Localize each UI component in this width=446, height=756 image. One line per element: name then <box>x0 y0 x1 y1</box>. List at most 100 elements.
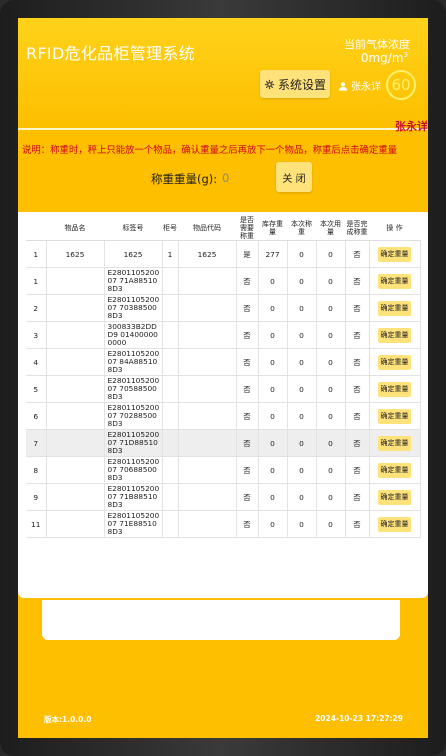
table-row[interactable]: 1 E280110520007 71A885108D3 否 0 0 0 否 确定… <box>26 267 421 295</box>
confirm-weight-button[interactable]: 确定重量 <box>378 435 411 451</box>
cell-tag: E280110520007 71E885108D3 <box>104 510 163 538</box>
confirm-weight-button[interactable]: 确定重量 <box>378 300 411 316</box>
cell-stock-weight: 0 <box>258 483 288 511</box>
table-row[interactable]: 5 E280110520007 705885008D3 否 0 0 0 否 确定… <box>26 375 421 403</box>
weighing-panel: 说明：称重时，秤上只能放一个物品，确认重量之后再放下一个物品，称重后点击确定重量… <box>18 132 428 598</box>
cell-action: 确定重量 <box>369 483 421 511</box>
cell-current-weight: 0 <box>287 348 317 376</box>
cell-item-code <box>178 267 237 295</box>
close-button[interactable]: 关 闭 <box>276 162 312 192</box>
cell-item-name: 1625 <box>46 240 105 268</box>
confirm-weight-button[interactable]: 确定重量 <box>378 516 411 532</box>
cell-stock-weight: 0 <box>258 456 288 484</box>
cell-need-weigh: 是 <box>236 240 259 268</box>
cell-tag: E280110520007 702885008D3 <box>104 402 163 430</box>
cell-item-name <box>46 402 105 430</box>
col-header-stock-weight: 库存重量 <box>258 216 287 241</box>
cell-item-code <box>178 483 237 511</box>
cell-weigh-done: 否 <box>345 456 370 484</box>
cell-cabinet <box>162 267 179 295</box>
table-row[interactable]: 11 E280110520007 71E885108D3 否 0 0 0 否 确… <box>26 510 421 538</box>
col-header-index <box>26 216 46 241</box>
cell-cabinet <box>162 375 179 403</box>
table-header-row: 物品名 标签号 柜号 物品代码 是否需要称重 库存重量 本次称重 本次用量 是否… <box>26 216 420 241</box>
confirm-weight-button[interactable]: 确定重量 <box>378 354 411 370</box>
cell-item-name <box>46 510 105 538</box>
cell-weigh-done: 否 <box>345 510 370 538</box>
items-table-wrapper: 物品名 标签号 柜号 物品代码 是否需要称重 库存重量 本次称重 本次用量 是否… <box>26 216 421 538</box>
cell-index: 1 <box>26 267 47 295</box>
table-row[interactable]: 9 E280110520007 71B885108D3 否 0 0 0 否 确定… <box>26 483 421 511</box>
weight-label: 称重重量(g): <box>151 172 218 186</box>
cell-action: 确定重量 <box>369 402 421 430</box>
header-bar: RFID危化品柜管理系统 当前气体浓度 0mg/m3 系统设置 张永详 60 <box>18 18 428 128</box>
cell-tag: 300833B2DDD9 014000000000 <box>104 321 163 349</box>
cell-usage: 0 <box>316 294 346 322</box>
confirm-weight-button[interactable]: 确定重量 <box>378 489 411 505</box>
cell-current-weight: 0 <box>287 267 317 295</box>
confirm-weight-button[interactable]: 确定重量 <box>378 381 411 397</box>
cell-usage: 0 <box>316 240 346 268</box>
header-divider <box>18 128 428 130</box>
weight-value: 0 <box>222 171 230 185</box>
cell-action: 确定重量 <box>369 375 421 403</box>
col-header-tag: 标签号 <box>104 216 162 241</box>
cell-item-code <box>178 348 237 376</box>
gas-value-text: 0mg/m <box>360 51 404 65</box>
cell-tag: E280110520007 84A885108D3 <box>104 348 163 376</box>
confirm-weight-button[interactable]: 确定重量 <box>378 327 411 343</box>
table-row-highlighted[interactable]: 7 E280110520007 71D885108D3 否 0 0 0 否 确定… <box>26 429 421 457</box>
cell-need-weigh: 否 <box>236 321 259 349</box>
cell-current-weight: 0 <box>287 510 317 538</box>
cell-usage: 0 <box>316 429 346 457</box>
cell-current-weight: 0 <box>287 294 317 322</box>
cell-cabinet <box>162 321 179 349</box>
cell-tag: E280110520007 71A885108D3 <box>104 267 163 295</box>
cell-action: 确定重量 <box>369 429 421 457</box>
cell-stock-weight: 0 <box>258 348 288 376</box>
system-settings-button[interactable]: 系统设置 <box>260 70 330 98</box>
cell-current-weight: 0 <box>287 456 317 484</box>
confirm-weight-button[interactable]: 确定重量 <box>378 246 411 262</box>
cell-item-code <box>178 294 237 322</box>
system-settings-label: 系统设置 <box>277 77 326 92</box>
cell-item-code <box>178 375 237 403</box>
cell-current-weight: 0 <box>287 483 317 511</box>
cell-tag: E280110520007 706885008D3 <box>104 456 163 484</box>
col-header-item-name: 物品名 <box>46 216 104 241</box>
gear-icon <box>264 79 275 89</box>
cell-need-weigh: 否 <box>236 456 259 484</box>
background-card <box>42 600 400 640</box>
cell-need-weigh: 否 <box>236 510 259 538</box>
table-row[interactable]: 4 E280110520007 84A885108D3 否 0 0 0 否 确定… <box>26 348 421 376</box>
table-row[interactable]: 1 1625 1625 1 1625 是 277 0 0 否 确定重量 <box>26 240 421 268</box>
confirm-weight-button[interactable]: 确定重量 <box>378 462 411 478</box>
table-row[interactable]: 3 300833B2DDD9 014000000000 否 0 0 0 否 确定… <box>26 321 421 349</box>
cell-usage: 0 <box>316 267 346 295</box>
cell-cabinet <box>162 483 179 511</box>
cell-action: 确定重量 <box>369 267 421 295</box>
cell-index: 11 <box>26 510 47 538</box>
gas-unit-superscript: 3 <box>403 51 408 59</box>
cell-current-weight: 0 <box>287 240 317 268</box>
cell-item-name <box>46 483 105 511</box>
cell-action: 确定重量 <box>369 294 421 322</box>
col-header-weigh-done: 是否完成称重 <box>345 216 369 241</box>
col-header-usage: 本次用量 <box>316 216 345 241</box>
cell-weigh-done: 否 <box>345 321 370 349</box>
confirm-weight-button[interactable]: 确定重量 <box>378 273 411 289</box>
table-row[interactable]: 2 E280110520007 703885008D3 否 0 0 0 否 确定… <box>26 294 421 322</box>
app-title: RFID危化品柜管理系统 <box>26 44 195 63</box>
cell-cabinet <box>162 510 179 538</box>
version-label: 版本:1.0.0.0 <box>44 715 92 724</box>
cell-stock-weight: 0 <box>258 510 288 538</box>
cell-stock-weight: 0 <box>258 267 288 295</box>
confirm-weight-button[interactable]: 确定重量 <box>378 408 411 424</box>
cell-tag: E280110520007 703885008D3 <box>104 294 163 322</box>
table-row[interactable]: 6 E280110520007 702885008D3 否 0 0 0 否 确定… <box>26 402 421 430</box>
cell-current-weight: 0 <box>287 429 317 457</box>
cell-item-name <box>46 294 105 322</box>
table-row[interactable]: 8 E280110520007 706885008D3 否 0 0 0 否 确定… <box>26 456 421 484</box>
user-icon <box>338 81 348 91</box>
cell-current-weight: 0 <box>287 321 317 349</box>
